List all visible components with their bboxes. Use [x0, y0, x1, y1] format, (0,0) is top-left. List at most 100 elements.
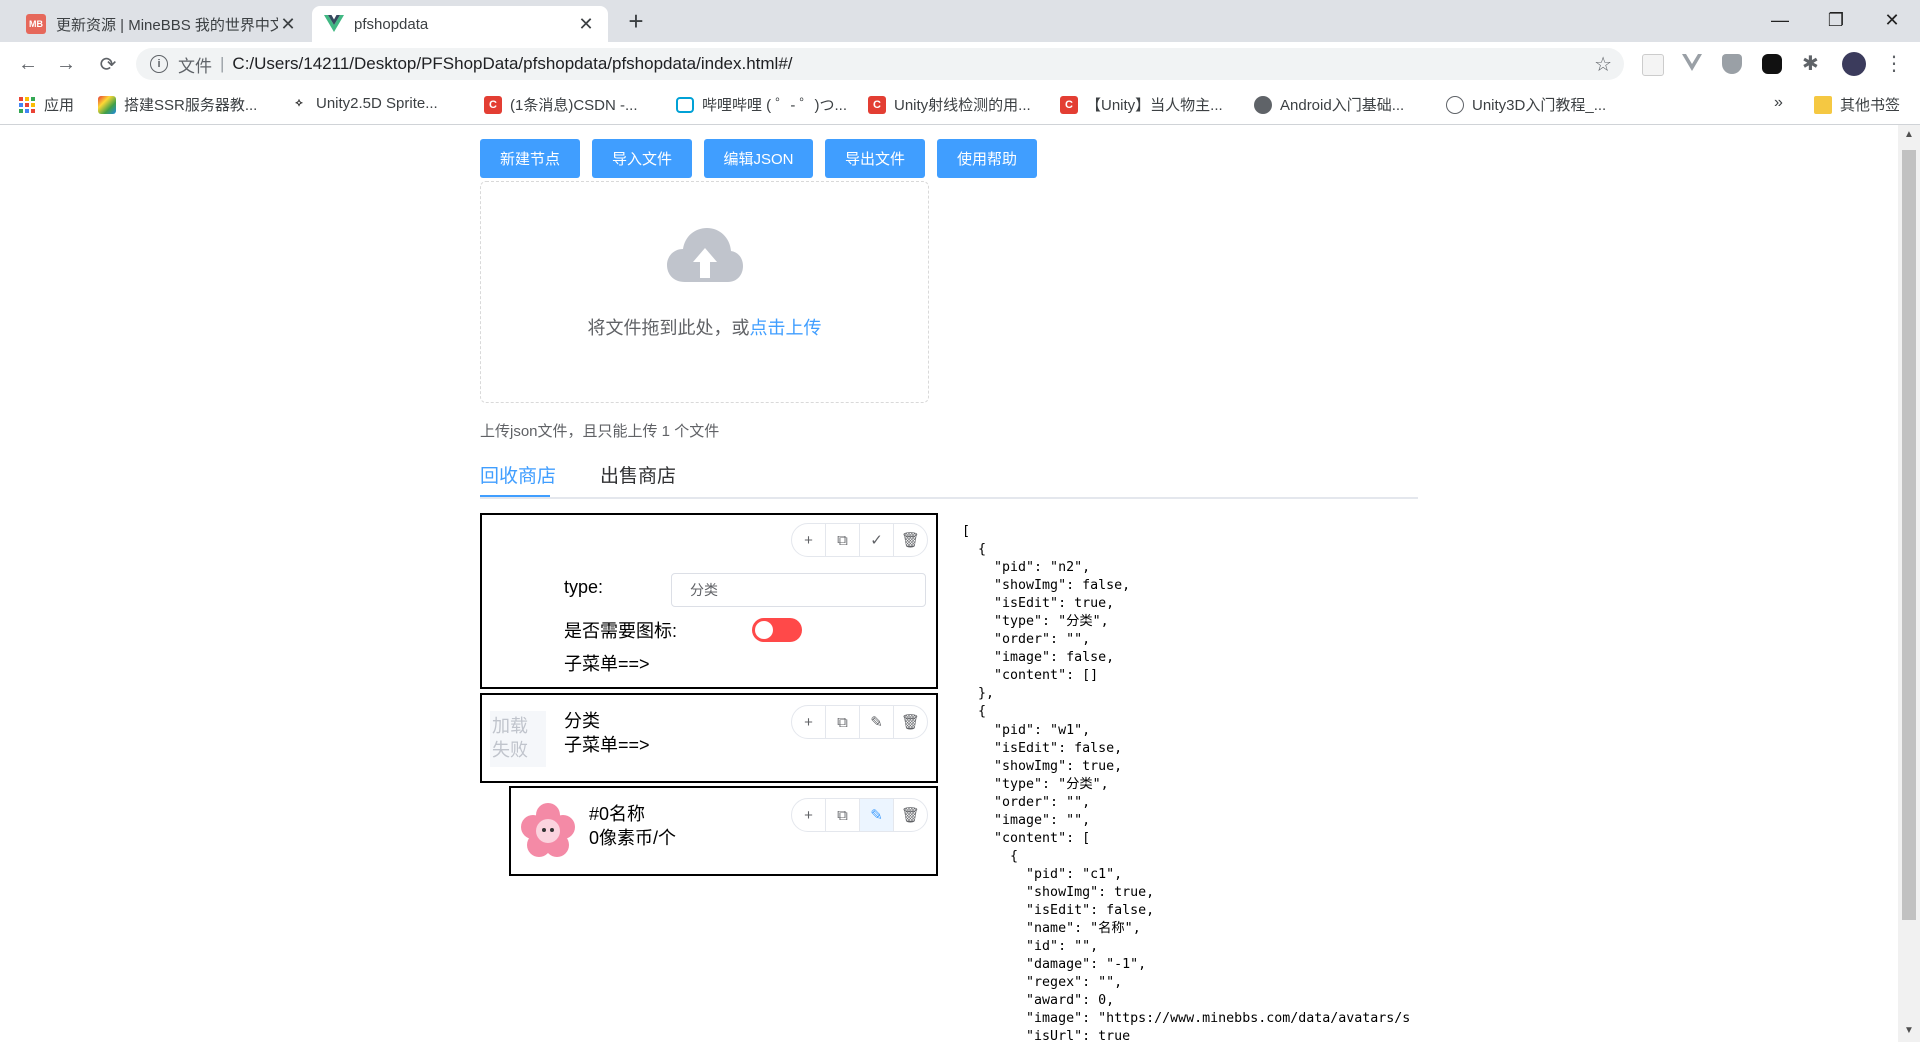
card-actions: + ⧉ ✎ 🗑 — [791, 798, 928, 832]
type-label: type: — [564, 577, 604, 597]
bookmark-label: 应用 — [44, 97, 75, 114]
new-tab-button[interactable]: + — [624, 8, 648, 34]
address-bar[interactable]: i 文件 | C:/Users/14211/Desktop/PFShopData… — [136, 48, 1624, 80]
copy-icon[interactable]: ⧉ — [826, 706, 860, 738]
csdn-icon: C — [1060, 95, 1078, 114]
browser-toolbar: ← → ⟳ i 文件 | C:/Users/14211/Desktop/PFSh… — [0, 42, 1920, 86]
item-price: 0像素币/个 — [589, 828, 677, 848]
copy-icon[interactable]: ⧉ — [826, 799, 860, 831]
bookmark-item[interactable]: Unity3D入门教程_... — [1446, 94, 1606, 115]
bookmark-item[interactable]: 搭建SSR服务器教... — [98, 94, 257, 115]
export-file-button[interactable]: 导出文件 — [825, 139, 925, 178]
category-name: 分类 — [564, 711, 600, 731]
bookmark-label: Unity2.5D Sprite... — [316, 94, 438, 112]
add-icon[interactable]: + — [792, 524, 826, 556]
item-avatar — [521, 803, 575, 857]
tab-recycle-shop[interactable]: 回收商店 — [480, 461, 556, 488]
upload-tip: 上传json文件，且只能上传 1 个文件 — [480, 423, 720, 440]
delete-icon[interactable]: 🗑 — [894, 524, 927, 556]
item-name: #0名称 — [589, 804, 646, 824]
active-tab-indicator — [480, 495, 550, 497]
action-buttons: 新建节点 导入文件 编辑JSON 导出文件 使用帮助 — [480, 139, 1049, 178]
forward-icon[interactable]: → — [52, 50, 80, 78]
bookmark-item[interactable]: Android入门基础... — [1254, 94, 1404, 115]
upload-cloud-icon — [667, 228, 743, 282]
browser-tab-pfshopdata[interactable]: pfshopdata ✕ — [312, 6, 608, 42]
globe-icon — [1446, 95, 1464, 114]
import-file-button[interactable]: 导入文件 — [592, 139, 692, 178]
edit-json-button[interactable]: 编辑JSON — [704, 139, 813, 178]
scrollbar-thumb[interactable] — [1902, 150, 1916, 920]
browser-tab-minebbs[interactable]: MB 更新资源 | MineBBS 我的世界中文论坛 ✕ — [14, 6, 310, 42]
node-card-edit: + ⧉ ✓ 🗑 type: 分类 是否需要图标: 子菜单==> — [480, 513, 938, 689]
help-button[interactable]: 使用帮助 — [937, 139, 1037, 178]
upload-hint: 将文件拖到此处，或 — [587, 318, 750, 338]
extensions-puzzle-icon[interactable]: ✱ — [1802, 54, 1822, 74]
bookmark-item[interactable]: ⟡ Unity2.5D Sprite... — [290, 94, 438, 112]
bookmark-item[interactable]: C (1条消息)CSDN -... — [484, 94, 638, 115]
new-node-button[interactable]: 新建节点 — [480, 139, 580, 178]
back-icon[interactable]: ← — [14, 50, 42, 78]
minebbs-favicon: MB — [26, 14, 46, 34]
delete-icon[interactable]: 🗑 — [894, 706, 927, 738]
page-viewport: 新建节点 导入文件 编辑JSON 导出文件 使用帮助 将文件拖到此处，或点击上传… — [0, 125, 1898, 1042]
tab-sell-shop[interactable]: 出售商店 — [600, 461, 676, 488]
node-card-item: #0名称 0像素币/个 + ⧉ ✎ 🗑 — [509, 786, 938, 876]
bookmark-other[interactable]: 其他书签 — [1814, 94, 1900, 115]
type-input[interactable]: 分类 — [671, 573, 926, 607]
submenu-label: 子菜单==> — [564, 654, 650, 674]
delete-icon[interactable]: 🗑 — [894, 799, 927, 831]
tab-title: 更新资源 | MineBBS 我的世界中文论坛 — [56, 16, 278, 34]
need-icon-switch[interactable] — [752, 618, 802, 642]
bookmark-item[interactable]: C Unity射线检测的用... — [868, 94, 1031, 115]
json-preview: [ { "pid": "n2", "showImg": false, "isEd… — [962, 524, 1411, 1042]
need-icon-label: 是否需要图标: — [564, 621, 678, 641]
bookmark-label: Unity射线检测的用... — [894, 97, 1031, 114]
scroll-up-icon[interactable]: ▲ — [1904, 129, 1914, 140]
copy-icon[interactable]: ⧉ — [826, 524, 860, 556]
close-tab-icon[interactable]: ✕ — [576, 14, 596, 34]
vue-icon — [324, 14, 344, 34]
csdn-icon: C — [484, 95, 502, 114]
tab-title: pfshopdata — [354, 15, 429, 33]
scroll-down-icon[interactable]: ▼ — [1904, 1025, 1914, 1036]
avatar[interactable] — [1842, 52, 1866, 76]
tampermonkey-icon[interactable] — [1762, 54, 1782, 74]
shop-tabs: 回收商店 出售商店 — [480, 457, 1418, 499]
angular-devtools-icon[interactable] — [1722, 54, 1742, 74]
add-icon[interactable]: + — [792, 799, 826, 831]
bilibili-icon — [676, 96, 694, 113]
upload-dropzone[interactable]: 将文件拖到此处，或点击上传 — [480, 181, 929, 403]
extension-icon[interactable] — [1642, 54, 1664, 76]
browser-tab-strip: MB 更新资源 | MineBBS 我的世界中文论坛 ✕ pfshopdata … — [0, 0, 1920, 42]
page-scrollbar[interactable]: ▲ ▼ — [1898, 125, 1920, 1042]
bookmark-label: 其他书签 — [1840, 97, 1901, 114]
menu-icon[interactable]: ⋮ — [1884, 54, 1904, 74]
address-separator: | — [220, 54, 225, 73]
info-icon[interactable]: i — [150, 55, 168, 73]
close-tab-icon[interactable]: ✕ — [278, 14, 298, 34]
globe-icon — [1254, 95, 1272, 114]
folder-icon — [1814, 95, 1832, 114]
check-icon[interactable]: ✓ — [860, 524, 894, 556]
bookmark-apps[interactable]: 应用 — [18, 94, 74, 115]
bookmark-item[interactable]: 哔哩哔哩 ( ゜- ゜)つ... — [676, 94, 847, 115]
bookmarks-bar: 应用 搭建SSR服务器教... ⟡ Unity2.5D Sprite... C … — [0, 86, 1920, 125]
click-upload-link[interactable]: 点击上传 — [750, 318, 822, 338]
reload-icon[interactable]: ⟳ — [94, 50, 122, 78]
edit-icon[interactable]: ✎ — [860, 799, 894, 831]
bookmarks-overflow-button[interactable]: » — [1774, 94, 1783, 112]
switch-knob — [755, 621, 773, 639]
address-scheme: 文件 — [178, 56, 212, 76]
bookmark-label: (1条消息)CSDN -... — [510, 97, 638, 114]
close-window-icon[interactable]: ✕ — [1864, 0, 1920, 40]
vue-devtools-icon[interactable] — [1682, 54, 1702, 74]
edit-icon[interactable]: ✎ — [860, 706, 894, 738]
bookmark-item[interactable]: C 【Unity】当人物主... — [1060, 94, 1223, 115]
bookmark-label: 【Unity】当人物主... — [1086, 97, 1223, 114]
restore-icon[interactable]: ❐ — [1808, 0, 1864, 40]
csdn-icon: C — [868, 95, 886, 114]
minimize-icon[interactable]: — — [1752, 0, 1808, 40]
bookmark-star-icon[interactable]: ☆ — [1594, 52, 1612, 77]
add-icon[interactable]: + — [792, 706, 826, 738]
